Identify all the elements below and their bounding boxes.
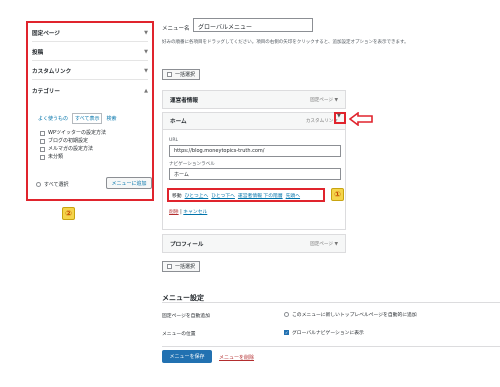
accordion-posts[interactable]: 投稿 ▼: [32, 44, 148, 61]
move-up-link[interactable]: ひとつ上へ: [185, 192, 209, 199]
move-top-link[interactable]: 先頭へ: [286, 192, 300, 199]
chevron-up-icon: ▲: [144, 87, 148, 94]
list-item[interactable]: メルマガの設定方法: [40, 145, 106, 153]
accordion-label: 固定ページ: [32, 31, 60, 37]
delete-link[interactable]: 削除: [169, 210, 179, 215]
menu-item-type: 固定ページ ▼: [310, 97, 338, 103]
select-all-radio[interactable]: [36, 182, 41, 187]
checkbox[interactable]: [167, 72, 172, 77]
menu-item-title: プロフィール: [170, 241, 204, 248]
menu-name-label: メニュー名: [162, 26, 190, 32]
move-down-link[interactable]: ひとつ下へ: [211, 192, 235, 199]
accordion-custom-links[interactable]: カスタムリンク ▼: [32, 63, 148, 80]
checked-checkbox[interactable]: ✓: [284, 330, 289, 335]
divider: [162, 346, 500, 347]
chevron-down-icon: ▼: [337, 113, 341, 119]
checkbox[interactable]: [40, 130, 45, 136]
auto-add-option[interactable]: このメニューに新しいトップレベルページを自動的に追加: [284, 311, 417, 318]
menu-item-home[interactable]: ホーム カスタムリンク: [163, 113, 345, 130]
list-item[interactable]: 未分類: [40, 153, 106, 161]
nav-label-field[interactable]: ホーム: [169, 168, 341, 180]
menu-items-panel: 固定ページ ▼ 投稿 ▼ カスタムリンク ▼ カテゴリー ▲ よく使うもの すべ…: [26, 21, 154, 201]
pointer-arrow-icon: [349, 112, 373, 126]
chevron-down-icon: ▼: [144, 68, 148, 74]
save-menu-button[interactable]: メニューを保存: [162, 350, 212, 363]
list-item[interactable]: WPツイッターの設定方法: [40, 129, 106, 137]
move-links: 移動 ひとつ上へ ひとつ下へ 運営者情報 下の階層 先頭へ: [167, 188, 325, 202]
menu-name-input[interactable]: グローバルメニュー: [193, 18, 313, 32]
delete-menu-link[interactable]: メニューを削除: [219, 354, 254, 361]
accordion-label: 投稿: [32, 50, 44, 56]
cancel-link[interactable]: キャンセル: [183, 210, 207, 215]
category-tabs: よく使うもの すべて表示 検索: [38, 113, 116, 124]
accordion-label: カテゴリー: [32, 88, 60, 95]
tab-all[interactable]: すべて表示: [72, 113, 103, 124]
auto-add-label: 固定ページを自動追加: [162, 314, 210, 319]
chevron-down-icon: ▼: [144, 30, 148, 36]
checkbox[interactable]: [40, 138, 45, 144]
url-field[interactable]: https://blog.moneytopics-truth.com/: [169, 145, 341, 157]
chevron-down-icon: ▼: [334, 241, 338, 247]
bulk-select-button-bottom[interactable]: 一括選択: [162, 261, 201, 272]
menu-item-about[interactable]: 運営者情報 固定ページ ▼: [162, 90, 346, 109]
move-label: 移動: [172, 193, 182, 199]
select-all[interactable]: すべて選択: [36, 181, 68, 188]
accordion-pages[interactable]: 固定ページ ▼: [32, 25, 148, 42]
move-under-link[interactable]: 運営者情報 下の階層: [238, 192, 283, 199]
tab-recent[interactable]: よく使うもの: [38, 115, 68, 122]
bulk-select-button[interactable]: 一括選択: [162, 69, 201, 80]
separator: |: [180, 210, 182, 215]
annotation-badge-2: ②: [62, 207, 75, 220]
menu-description: 好みの順番に各項目をドラッグしてください。項目の右側の矢印をクリックすると、追加…: [162, 40, 409, 45]
delete-cancel-row: 削除 | キャンセル: [169, 208, 207, 215]
menu-item-title: ホーム: [170, 119, 187, 125]
menu-item-profile[interactable]: プロフィール 固定ページ ▼: [162, 234, 346, 253]
accordion-label: カスタムリンク: [32, 69, 72, 75]
expand-arrow-highlight[interactable]: ▼: [334, 112, 346, 124]
location-label: メニューの位置: [162, 332, 196, 337]
divider: [162, 302, 500, 303]
annotation-badge-1: ①: [331, 188, 344, 201]
checkbox[interactable]: [40, 154, 45, 160]
checkbox[interactable]: [167, 264, 172, 269]
checkbox[interactable]: [40, 146, 45, 152]
chevron-down-icon: ▼: [334, 97, 338, 103]
menu-item-home-expanded: ホーム カスタムリンク URL https://blog.moneytopics…: [162, 112, 346, 230]
menu-item-type: 固定ページ ▼: [310, 241, 338, 247]
tab-search[interactable]: 検索: [106, 115, 116, 122]
location-option[interactable]: ✓ グローバルナビゲーションに表示: [284, 329, 364, 336]
url-label: URL: [169, 138, 179, 143]
auto-add-checkbox[interactable]: [284, 312, 289, 317]
add-to-menu-button[interactable]: メニューに追加: [106, 177, 152, 189]
menu-item-title: 運営者情報: [170, 97, 198, 104]
list-item[interactable]: ブログの初期設定: [40, 137, 106, 145]
nav-label-label: ナビゲーションラベル: [169, 162, 215, 167]
category-list: WPツイッターの設定方法 ブログの初期設定 メルマガの設定方法 未分類: [40, 129, 106, 161]
chevron-down-icon: ▼: [144, 49, 148, 55]
accordion-categories[interactable]: カテゴリー ▲: [32, 82, 148, 99]
